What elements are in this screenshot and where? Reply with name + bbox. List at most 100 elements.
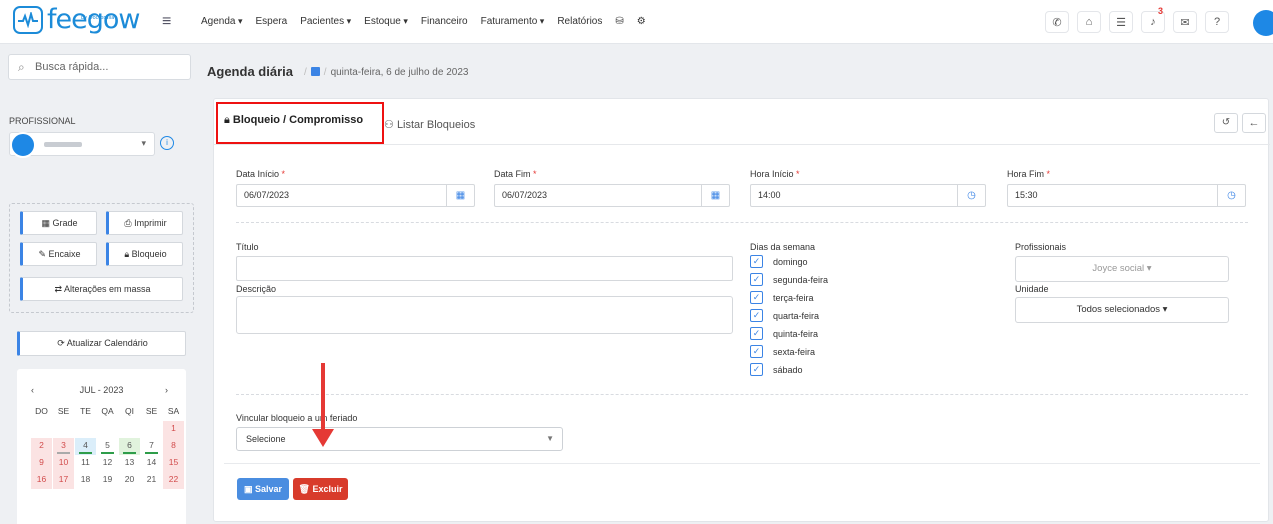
calendar-day[interactable]: 20	[119, 472, 140, 489]
calendar-day[interactable]: 8	[163, 438, 184, 455]
titulo-input[interactable]	[236, 256, 733, 281]
calendar-day[interactable]: 9	[31, 455, 52, 472]
calendar-day[interactable]: 4	[75, 438, 96, 455]
database-icon[interactable]: ⛁	[615, 16, 623, 27]
dia-checkbox-row[interactable]: ✓ domingo	[750, 255, 808, 268]
calendar-icon[interactable]: ▦	[701, 185, 729, 206]
dia-checkbox-row[interactable]: ✓ sábado	[750, 363, 803, 376]
dia-checkbox-row[interactable]: ✓ quarta-feira	[750, 309, 819, 322]
calendar-day[interactable]: 22	[163, 472, 184, 489]
dia-checkbox-row[interactable]: ✓ quinta-feira	[750, 327, 818, 340]
calendar-day[interactable]: 12	[97, 455, 118, 472]
alteracoes-massa-button[interactable]: ⇄ Alterações em massa	[20, 277, 183, 301]
bell-icon[interactable]: ♪ 3	[1141, 6, 1165, 33]
nav-pacientes[interactable]: Pacientes	[300, 16, 351, 27]
tasks-icon[interactable]: ☰	[1109, 11, 1133, 33]
excluir-button[interactable]: 🗑︎ Excluir	[293, 478, 348, 500]
feriado-select[interactable]: Selecione ▼	[236, 427, 563, 451]
tab-bloqueio[interactable]: 🔒︎ Bloqueio / Compromisso	[224, 114, 363, 127]
arrow-left-icon: ←	[1248, 117, 1260, 129]
calendar-day[interactable]: 2	[31, 438, 52, 455]
calendar-day[interactable]: 10	[53, 455, 74, 472]
hora-fim-input[interactable]: 15:30 ◷	[1007, 184, 1246, 207]
calendar-day[interactable]: 17	[53, 472, 74, 489]
unidade-dropdown[interactable]: Todos selecionados ▾	[1015, 297, 1229, 323]
dia-checkbox-row[interactable]: ✓ sexta-feira	[750, 345, 815, 358]
calendar-day[interactable]: 16	[31, 472, 52, 489]
calendar-icon[interactable]: ▦	[446, 185, 474, 206]
imprimir-button[interactable]: ⎙ Imprimir	[106, 211, 183, 235]
nav-estoque[interactable]: Estoque	[364, 16, 408, 27]
divider	[236, 222, 1248, 223]
info-icon[interactable]: i	[160, 136, 174, 150]
menu-icon[interactable]: ≡	[162, 13, 171, 31]
calendar-empty	[97, 421, 118, 438]
checkbox-checked-icon[interactable]: ✓	[750, 291, 763, 304]
unidade-label: Unidade	[1015, 284, 1049, 294]
encaixe-button[interactable]: ✎ Encaixe	[20, 242, 97, 266]
refresh-calendar-button[interactable]: ⟳ Atualizar Calendário	[17, 331, 186, 356]
user-avatar[interactable]	[1253, 10, 1273, 36]
profissionais-label: Profissionais	[1015, 242, 1067, 252]
weekday-header: QA	[101, 406, 114, 416]
back-button[interactable]: ←	[1242, 113, 1266, 133]
feegow-logo[interactable]: feegow by Doctoralia	[13, 5, 140, 35]
bloqueio-button[interactable]: 🔒︎ Bloqueio	[106, 242, 183, 266]
inbox-icon[interactable]: ⌂	[1077, 11, 1101, 33]
breadcrumb: / / quinta-feira, 6 de julho de 2023	[304, 67, 469, 78]
profissionais-dropdown[interactable]: Joyce social ▾	[1015, 256, 1229, 282]
calendar-day[interactable]: 15	[163, 455, 184, 472]
calendar-day[interactable]: 11	[75, 455, 96, 472]
calendar-day[interactable]: 21	[141, 472, 162, 489]
tab-listar-bloqueios[interactable]: ⚇ Listar Bloqueios	[384, 118, 475, 131]
calendar-day[interactable]: 14	[141, 455, 162, 472]
checkbox-checked-icon[interactable]: ✓	[750, 255, 763, 268]
phone-icon[interactable]: ✆	[1045, 11, 1069, 33]
dia-label: terça-feira	[773, 292, 814, 303]
chat-icon[interactable]: ✉	[1173, 11, 1197, 33]
dia-label: domingo	[773, 256, 808, 267]
calendar-day[interactable]: 5	[97, 438, 118, 455]
professional-select[interactable]: ▾	[9, 132, 155, 158]
dia-checkbox-row[interactable]: ✓ segunda-feira	[750, 273, 828, 286]
nav-relatorios[interactable]: Relatórios	[557, 16, 602, 27]
data-fim-input[interactable]: 06/07/2023 ▦	[494, 184, 730, 207]
nav-agenda[interactable]: Agenda	[201, 16, 243, 27]
calendar-empty	[141, 421, 162, 438]
checkbox-checked-icon[interactable]: ✓	[750, 363, 763, 376]
search-icon: ⌕	[18, 60, 25, 74]
calendar-day[interactable]: 13	[119, 455, 140, 472]
data-inicio-label: Data Início *	[236, 169, 286, 179]
help-icon[interactable]: ?	[1205, 11, 1229, 33]
nav-faturamento[interactable]: Faturamento	[481, 16, 545, 27]
history-button[interactable]: ↺	[1214, 113, 1238, 133]
clock-icon[interactable]: ◷	[957, 185, 985, 206]
calendar-empty	[53, 421, 74, 438]
calendar-day[interactable]: 7	[141, 438, 162, 455]
search-input[interactable]: ⌕ Busca rápida...	[8, 54, 191, 80]
nav-financeiro[interactable]: Financeiro	[421, 16, 468, 27]
calendar-day[interactable]: 3	[53, 438, 74, 455]
clock-icon[interactable]: ◷	[1217, 185, 1245, 206]
checkbox-checked-icon[interactable]: ✓	[750, 309, 763, 322]
data-inicio-input[interactable]: 06/07/2023 ▦	[236, 184, 475, 207]
salvar-button[interactable]: ▣ Salvar	[237, 478, 289, 500]
checkbox-checked-icon[interactable]: ✓	[750, 327, 763, 340]
checkbox-checked-icon[interactable]: ✓	[750, 345, 763, 358]
nav-espera[interactable]: Espera	[256, 16, 288, 27]
dia-checkbox-row[interactable]: ✓ terça-feira	[750, 291, 814, 304]
checkbox-checked-icon[interactable]: ✓	[750, 273, 763, 286]
next-month-icon[interactable]: ›	[165, 385, 168, 395]
hora-inicio-input[interactable]: 14:00 ◷	[750, 184, 986, 207]
gear-icon[interactable]: ⚙	[637, 16, 646, 27]
calendar-day[interactable]: 6	[119, 438, 140, 455]
breadcrumb-date: quinta-feira, 6 de julho de 2023	[330, 67, 469, 78]
calendar-day[interactable]: 18	[75, 472, 96, 489]
calendar-day[interactable]: 19	[97, 472, 118, 489]
descricao-textarea[interactable]	[236, 296, 733, 334]
dia-label: quinta-feira	[773, 328, 819, 339]
calendar-day[interactable]: 1	[163, 421, 184, 438]
lock-icon: 🔒︎	[224, 114, 230, 126]
grade-button[interactable]: ▦ Grade	[20, 211, 97, 235]
dias-semana-label: Dias da semana	[750, 242, 816, 252]
